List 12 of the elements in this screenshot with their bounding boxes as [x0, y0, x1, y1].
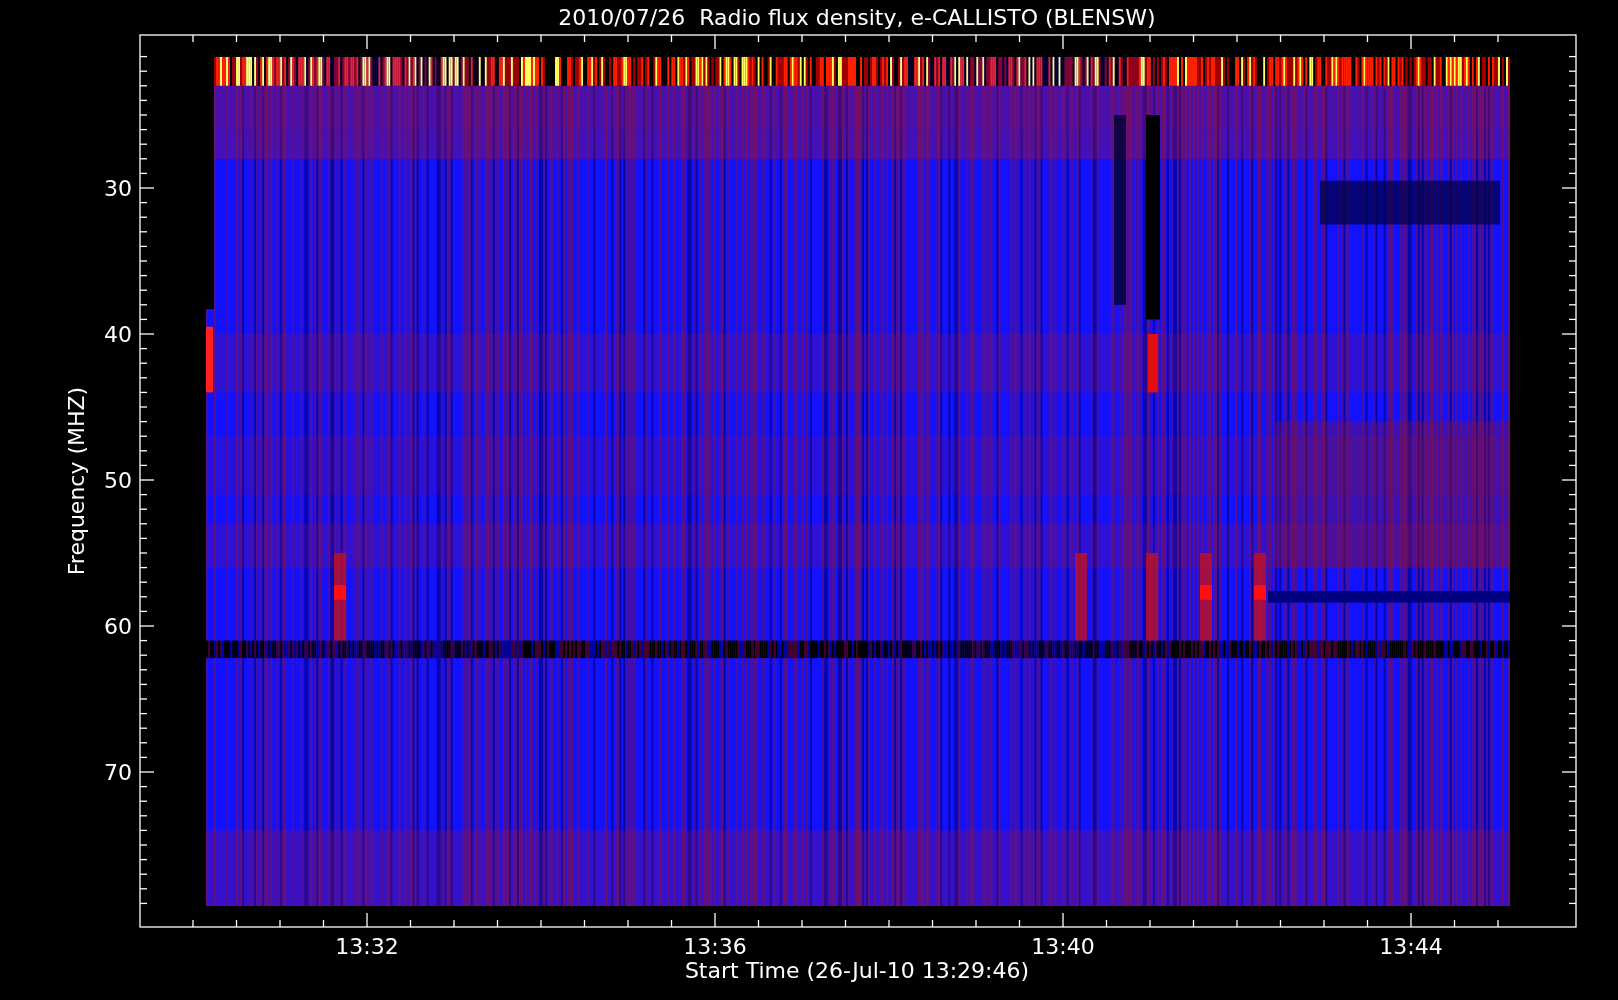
tick-label: 13:36: [683, 934, 747, 959]
tick-label: 50: [104, 468, 132, 493]
tick-label: 70: [104, 760, 132, 785]
tick-label: 13:44: [1379, 934, 1443, 959]
tick-label: 13:40: [1031, 934, 1095, 959]
axis-label: Frequency (MHZ): [64, 386, 89, 576]
chart-title: 2010/07/26 Radio flux density, e-CALLISTO (BLENSW): [558, 5, 1156, 30]
tick-label: 30: [104, 176, 132, 201]
tick-label: 60: [104, 614, 132, 639]
axis-label: Start Time (26-Jul-10 13:29:46): [684, 958, 1030, 983]
tick-label: 40: [104, 322, 132, 347]
tick-label: 13:32: [335, 934, 399, 959]
